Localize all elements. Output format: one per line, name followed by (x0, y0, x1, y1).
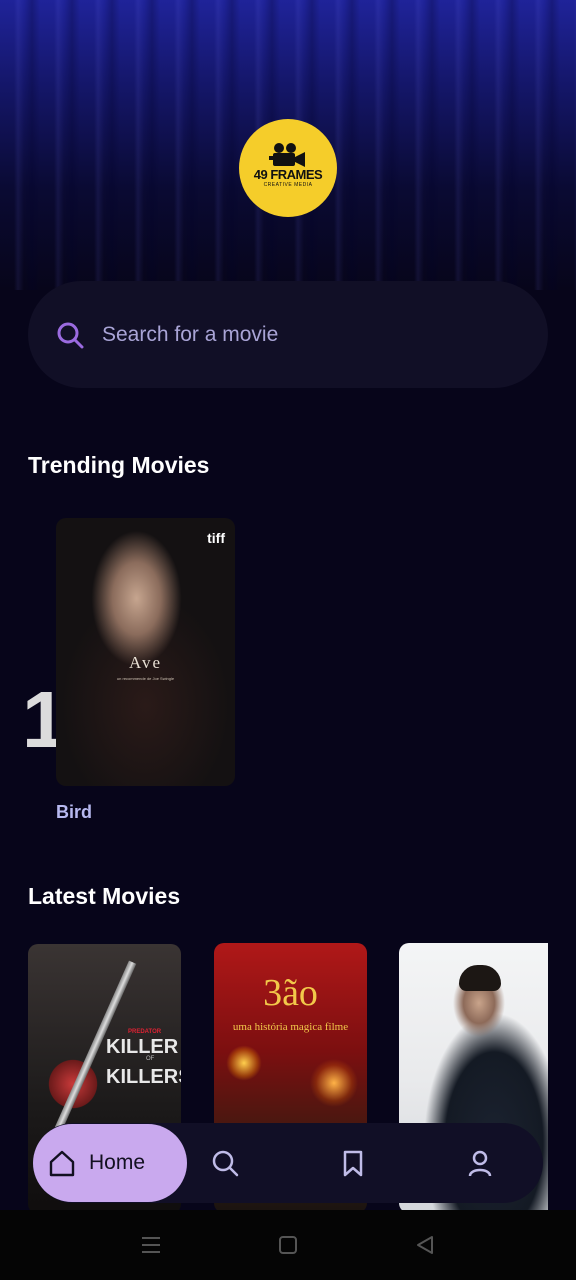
home-square-icon[interactable] (277, 1234, 299, 1256)
bookmark-icon[interactable] (339, 1149, 367, 1177)
bottom-navigation: Home (33, 1123, 543, 1203)
search-icon[interactable] (211, 1149, 239, 1177)
latest-title: Latest Movies (28, 883, 181, 909)
poster-text-2: OF (146, 1056, 155, 1062)
poster-badge: tiff (207, 530, 225, 546)
back-triangle-icon[interactable] (414, 1234, 436, 1256)
search-icon (57, 322, 84, 348)
movie-camera-icon (269, 143, 305, 167)
nav-home-button[interactable]: Home (33, 1124, 187, 1202)
poster-text-top: PREDATOR (128, 1029, 162, 1035)
menu-icon[interactable] (140, 1234, 162, 1256)
trending-movie-name[interactable]: Bird (56, 802, 92, 823)
app-logo: 49 FRAMES CREATIVE MEDIA (239, 119, 337, 217)
poster-text-3: KILLERS (106, 1066, 181, 1088)
home-icon (49, 1150, 75, 1177)
poster-art (459, 965, 501, 991)
profile-icon[interactable] (466, 1149, 494, 1177)
poster-text-1: KILLER (106, 1036, 179, 1058)
poster-subtitle: uma história magica filme (232, 1021, 349, 1033)
poster-title: Ave (128, 653, 163, 672)
poster-title: 3ão (263, 972, 318, 1014)
poster-subtitle: un recommende de Joe Swingle (116, 676, 175, 681)
logo-tagline: CREATIVE MEDIA (263, 182, 313, 188)
trending-poster[interactable]: tiff Ave un recommende de Joe Swingle (56, 518, 235, 786)
system-navigation-bar (0, 1210, 576, 1280)
search-placeholder: Search for a movie (102, 322, 279, 346)
search-bar[interactable]: Search for a movie (28, 281, 548, 388)
nav-home-label: Home (89, 1151, 146, 1174)
logo-brand: 49 FRAMES (253, 167, 323, 182)
trending-title: Trending Movies (28, 452, 210, 478)
